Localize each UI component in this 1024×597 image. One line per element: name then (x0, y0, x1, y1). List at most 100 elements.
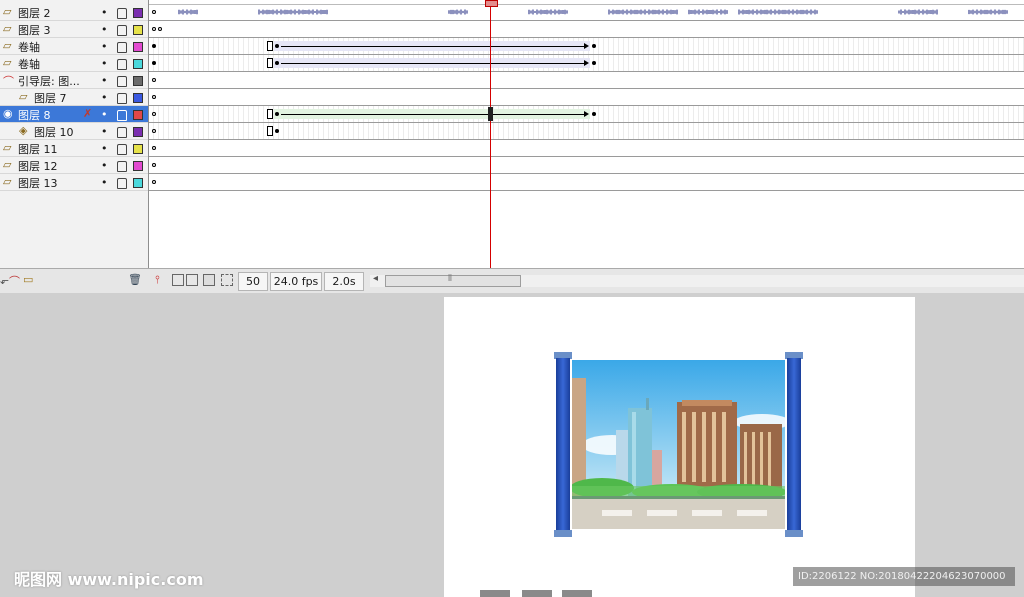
elapsed-time-field: 2.0s (324, 272, 364, 291)
outline-color-box[interactable] (133, 93, 143, 103)
frame-row[interactable] (149, 89, 1024, 106)
onion-skin-icon[interactable] (172, 274, 184, 286)
center-frame-icon[interactable]: ⫯ (155, 273, 160, 287)
scroll-rod-left[interactable] (554, 352, 572, 537)
control-shape-3 (562, 590, 592, 597)
frame-row[interactable] (149, 4, 1024, 21)
visibility-toggle[interactable]: • (101, 40, 108, 53)
insert-folder-icon[interactable]: ▭ (23, 273, 33, 286)
visibility-toggle[interactable]: • (101, 57, 108, 70)
outline-color-box[interactable] (133, 59, 143, 69)
add-motion-guide-icon[interactable]: ⌒ (9, 273, 20, 289)
frame-row[interactable] (149, 21, 1024, 38)
playhead-line (490, 0, 491, 270)
lock-icon[interactable] (117, 25, 127, 36)
outline-color-box[interactable] (133, 25, 143, 35)
outline-color-box[interactable] (133, 76, 143, 86)
visibility-toggle[interactable]: • (101, 176, 108, 189)
layer-row[interactable]: ▱ 图层 2 • (0, 4, 148, 21)
tween-arrow-head (584, 43, 589, 49)
layer-row[interactable]: ▱ 图层 7 • (0, 89, 148, 106)
playhead-handle[interactable] (485, 0, 498, 7)
sound-layer-icon: ▱ (3, 5, 12, 18)
visibility-toggle[interactable]: • (101, 74, 108, 87)
lock-icon[interactable] (117, 110, 127, 121)
outline-color-box[interactable] (133, 110, 143, 120)
lock-icon[interactable] (117, 8, 127, 19)
layer-row[interactable]: ▱ 图层 3 • (0, 21, 148, 38)
layer-row[interactable]: ▱ 图层 12 • (0, 157, 148, 174)
keyframe (592, 44, 596, 48)
layer-row[interactable]: ▱ 图层 13 • (0, 174, 148, 191)
visibility-toggle[interactable]: • (101, 125, 108, 138)
visibility-toggle[interactable]: • (101, 142, 108, 155)
timeline-panel: ▱ 图层 2 • ▱ 图层 3 • ▱ 卷轴 • ▱ 卷轴 • ⌒ 引导层: 图... • ▱ 图层 7 • ◉ 图层… (0, 0, 1024, 293)
visibility-toggle[interactable]: • (101, 108, 108, 121)
sound-waveform (178, 9, 1008, 15)
lock-icon[interactable] (117, 161, 127, 172)
layer-row[interactable]: ▱ 卷轴 • (0, 38, 148, 55)
normal-layer-icon: ▱ (3, 39, 12, 52)
outline-color-box[interactable] (133, 161, 143, 171)
lock-icon[interactable] (117, 59, 127, 70)
layer-row[interactable]: ▱ 卷轴 • (0, 55, 148, 72)
outline-color-box[interactable] (133, 8, 143, 18)
visibility-toggle[interactable]: • (101, 6, 108, 19)
frame-row[interactable] (149, 38, 1024, 55)
lock-icon[interactable] (117, 178, 127, 189)
outline-color-box[interactable] (133, 144, 143, 154)
visibility-toggle[interactable]: • (101, 23, 108, 36)
layer-row[interactable]: ⌒ 引导层: 图... • (0, 72, 148, 89)
layer-name: 图层 2 (18, 7, 51, 20)
lock-icon[interactable] (117, 42, 127, 53)
timeline-scroll-thumb[interactable]: ⦀ (385, 274, 521, 287)
empty-keyframe (152, 180, 156, 184)
empty-keyframe (152, 146, 156, 150)
visibility-toggle[interactable]: • (101, 159, 108, 172)
mask-layer-icon: ◉ (3, 107, 13, 120)
outline-color-box[interactable] (133, 178, 143, 188)
layer-row[interactable]: ◉ 图层 8 ✗ • (0, 106, 148, 123)
tween-arrow-head (584, 60, 589, 66)
masked-layer-icon: ◈ (19, 124, 28, 137)
frame-row[interactable] (149, 123, 1024, 140)
scroll-left-arrow-icon[interactable]: ◂ (373, 273, 378, 284)
onion-skin-outlines-icon[interactable] (186, 274, 198, 286)
lock-icon[interactable] (117, 93, 127, 104)
layer-row[interactable]: ▱ 图层 11 • (0, 140, 148, 157)
lock-icon[interactable] (117, 76, 127, 87)
outline-color-box[interactable] (133, 127, 143, 137)
frame-row[interactable] (149, 72, 1024, 89)
keyframe (275, 61, 279, 65)
edit-multiple-frames-icon[interactable] (203, 274, 215, 286)
visibility-toggle[interactable]: • (101, 91, 108, 104)
city-scene-image[interactable] (572, 360, 785, 529)
empty-keyframe (152, 27, 156, 31)
frame-row[interactable] (149, 55, 1024, 72)
lock-icon[interactable] (117, 127, 127, 138)
frame-row[interactable] (149, 157, 1024, 174)
outline-color-box[interactable] (133, 42, 143, 52)
lock-icon[interactable] (117, 144, 127, 155)
frame-row[interactable] (149, 106, 1024, 123)
site-watermark: 昵图网 www.nipic.com (14, 570, 204, 589)
keyframe (592, 61, 596, 65)
image-id-badge: ID:2206122 NO:20180422204623070000 (793, 567, 1015, 586)
trash-icon[interactable]: 🗑 (128, 273, 142, 286)
keyframe (152, 61, 156, 65)
normal-layer-icon: ▱ (3, 22, 12, 35)
rod-cap-bottom (554, 530, 572, 537)
keyframe (592, 112, 596, 116)
layer-name: 图层 11 (18, 143, 58, 156)
keyframe (152, 112, 156, 116)
frame-grid[interactable] (149, 0, 1024, 268)
control-shape-2 (522, 590, 552, 597)
scroll-rod-right[interactable] (785, 352, 803, 537)
add-layer-icon[interactable]: ⬐ (0, 274, 9, 287)
frame-row[interactable] (149, 140, 1024, 157)
modify-onion-markers-icon[interactable] (221, 274, 233, 286)
layer-row[interactable]: ◈ 图层 10 • (0, 123, 148, 140)
normal-layer-icon: ▱ (3, 175, 12, 188)
frame-row[interactable] (149, 174, 1024, 191)
timeline-toolbar: ⬐ ⌒ ▭ 🗑 ⫯ 50 24.0 fps 2.0s ◂ ⦀ (0, 268, 1024, 293)
